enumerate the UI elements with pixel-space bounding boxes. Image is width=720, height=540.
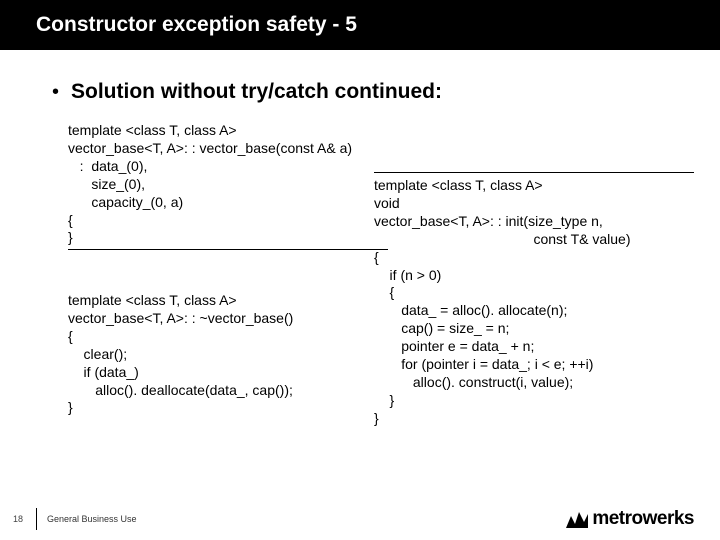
metrowerks-icon — [566, 510, 588, 528]
bullet-text: Solution without try/catch continued: — [71, 80, 442, 104]
code-area: template <class T, class A> vector_base<… — [52, 122, 680, 462]
slide-title: Constructor exception safety - 5 — [36, 13, 357, 37]
brand-name: metrowerks — [592, 508, 694, 530]
slide-body: • Solution without try/catch continued: … — [0, 50, 720, 462]
footer-label: General Business Use — [47, 514, 137, 524]
code-block-init: template <class T, class A> void vector_… — [374, 172, 694, 428]
brand-logo: metrowerks — [566, 508, 694, 530]
title-bar: Constructor exception safety - 5 — [0, 0, 720, 50]
bullet-dot-icon: • — [52, 82, 59, 102]
bullet-item: • Solution without try/catch continued: — [52, 80, 680, 104]
code-block-ctor: template <class T, class A> vector_base<… — [68, 122, 388, 250]
page-number: 18 — [0, 514, 36, 524]
code-block-dtor: template <class T, class A> vector_base<… — [68, 292, 388, 417]
footer-divider — [36, 508, 37, 530]
